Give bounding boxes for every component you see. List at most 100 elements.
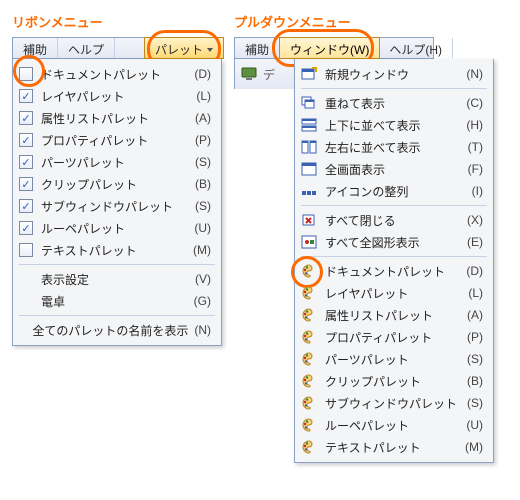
pulldown-item[interactable]: プロパティパレット(P) xyxy=(295,326,493,348)
ribbon-footer-label: 全てのパレットの名前を表示 xyxy=(32,322,188,339)
pulldown-item[interactable]: パーツパレット(S) xyxy=(295,348,493,370)
pulldown-item[interactable]: 属性リストパレット (A) xyxy=(295,304,493,326)
palette-icon xyxy=(299,416,319,434)
palette-icon xyxy=(299,438,319,456)
pulldown-item[interactable]: 新規ウィンドウ(N) xyxy=(295,63,493,85)
menu-item-accel: (B) xyxy=(467,374,483,388)
pulldown-item[interactable]: 重ねて表示(C) xyxy=(295,92,493,114)
arrange-icons-icon xyxy=(299,182,319,200)
checkbox-slot: ✓ xyxy=(17,175,35,193)
pulldown-tab-window[interactable]: ウィンドウ(W) xyxy=(279,37,380,59)
palette-icon xyxy=(299,372,319,390)
ribbon-footer-accel: (N) xyxy=(194,323,211,337)
menu-item-label: レイヤパレット xyxy=(41,88,190,105)
ribbon-item[interactable]: テキストパレット(M) xyxy=(13,239,221,261)
menu-item-accel: (L) xyxy=(196,89,211,103)
section-title-pulldown: プルダウンメニュー xyxy=(234,12,504,31)
pulldown-item[interactable]: サブウィンドウパレット (S) xyxy=(295,392,493,414)
menu-item-label: 属性リストパレット xyxy=(325,307,461,324)
checkbox-slot xyxy=(17,270,35,288)
ribbon-item[interactable]: ✓ レイヤパレット (L) xyxy=(13,85,221,107)
pulldown-item[interactable]: ルーペパレット(U) xyxy=(295,414,493,436)
menu-item-label: すべて閉じる xyxy=(325,212,461,229)
separator xyxy=(301,205,487,206)
menu-item-label: 上下に並べて表示 xyxy=(325,117,460,134)
menu-item-label: サブウィンドウパレット xyxy=(325,395,461,412)
ribbon-item[interactable]: 表示設定(V) xyxy=(13,268,221,290)
pulldown-item[interactable]: すべて全図形表示 (E) xyxy=(295,231,493,253)
menu-item-accel: (P) xyxy=(467,330,483,344)
checkbox-icon[interactable]: ✓ xyxy=(19,221,33,235)
menu-item-label: 電卓 xyxy=(41,293,188,310)
separator xyxy=(301,256,487,257)
ribbon-item[interactable]: ✓プロパティパレット(P) xyxy=(13,129,221,151)
ribbon-item[interactable]: 電卓 (G) xyxy=(13,290,221,312)
ribbon-item[interactable]: ドキュメントパレット (D) xyxy=(13,63,221,85)
separator xyxy=(301,88,487,89)
menu-item-accel: (E) xyxy=(467,235,483,249)
menu-item-accel: (U) xyxy=(466,418,483,432)
pulldown-item[interactable]: ドキュメントパレット(D) xyxy=(295,260,493,282)
ribbon-tab-help[interactable]: ヘルプ xyxy=(58,38,115,58)
ribbon-tab-aux[interactable]: 補助 xyxy=(13,38,58,58)
checkbox-icon[interactable] xyxy=(19,67,33,81)
palette-icon xyxy=(299,284,319,302)
checkbox-icon[interactable]: ✓ xyxy=(19,133,33,147)
menu-item-label: レイヤパレット xyxy=(325,285,462,302)
menu-item-label: すべて全図形表示 xyxy=(325,234,461,251)
menu-item-accel: (F) xyxy=(468,162,483,176)
checkbox-icon[interactable] xyxy=(19,243,33,257)
pulldown-item[interactable]: すべて閉じる(X) xyxy=(295,209,493,231)
checkbox-icon[interactable]: ✓ xyxy=(19,111,33,125)
pulldown-item[interactable]: クリップパレット(B) xyxy=(295,370,493,392)
menu-item-label: パーツパレット xyxy=(41,154,189,171)
fullscreen-icon xyxy=(299,160,319,178)
separator xyxy=(19,264,215,265)
ribbon-item[interactable]: ✓属性リストパレット(A) xyxy=(13,107,221,129)
pulldown-menubar: 補助 ウィンドウ(W) ヘルプ(H) xyxy=(234,37,434,59)
menu-item-accel: (D) xyxy=(466,264,483,278)
palette-icon xyxy=(299,394,319,412)
pulldown-item[interactable]: 全画面表示 (F) xyxy=(295,158,493,180)
checkbox-slot: ✓ xyxy=(17,219,35,237)
pulldown-item[interactable]: レイヤパレット(L) xyxy=(295,282,493,304)
pulldown-item[interactable]: アイコンの整列(I) xyxy=(295,180,493,202)
ribbon-item[interactable]: ✓サブウィンドウパレット(S) xyxy=(13,195,221,217)
checkbox-slot: ✓ xyxy=(17,153,35,171)
menu-item-label: ドキュメントパレット xyxy=(41,66,188,83)
pulldown-item[interactable]: テキストパレット(M) xyxy=(295,436,493,458)
checkbox-slot: ✓ xyxy=(17,109,35,127)
ribbon-item[interactable]: ✓ルーペパレット(U) xyxy=(13,217,221,239)
pulldown-item[interactable]: 上下に並べて表示(H) xyxy=(295,114,493,136)
menu-item-accel: (S) xyxy=(467,396,483,410)
menu-item-accel: (G) xyxy=(194,294,211,308)
show-all-figures-icon xyxy=(299,233,319,251)
ribbon-item[interactable]: ✓クリップパレット(B) xyxy=(13,173,221,195)
checkbox-icon[interactable]: ✓ xyxy=(19,155,33,169)
tile-horizontal-icon xyxy=(299,138,319,156)
menu-item-accel: (B) xyxy=(195,177,211,191)
aux-label: デ xyxy=(263,66,275,83)
spacer xyxy=(17,321,26,339)
checkbox-icon[interactable]: ✓ xyxy=(19,89,33,103)
cascade-icon xyxy=(299,94,319,112)
menu-item-accel: (T) xyxy=(468,140,483,154)
checkbox-icon[interactable]: ✓ xyxy=(19,177,33,191)
pulldown-tab-help[interactable]: ヘルプ(H) xyxy=(379,38,453,58)
menu-item-label: パーツパレット xyxy=(325,351,461,368)
ribbon-tab-palette[interactable]: パレット xyxy=(144,37,224,59)
menu-item-label: 全画面表示 xyxy=(325,161,462,178)
checkbox-slot: ✓ xyxy=(17,131,35,149)
pulldown-item[interactable]: 左右に並べて表示(T) xyxy=(295,136,493,158)
menu-item-accel: (A) xyxy=(467,308,483,322)
palette-icon xyxy=(299,262,319,280)
ribbon-item-show-all-names[interactable]: 全てのパレットの名前を表示 (N) xyxy=(13,319,221,341)
menu-item-accel: (D) xyxy=(194,67,211,81)
menu-item-accel: (M) xyxy=(193,243,211,257)
pulldown-tab-aux[interactable]: 補助 xyxy=(235,38,280,58)
separator xyxy=(19,315,215,316)
checkbox-icon[interactable]: ✓ xyxy=(19,199,33,213)
menu-item-accel: (S) xyxy=(195,155,211,169)
menu-item-label: 新規ウィンドウ xyxy=(325,66,460,83)
ribbon-item[interactable]: ✓ パーツパレット (S) xyxy=(13,151,221,173)
